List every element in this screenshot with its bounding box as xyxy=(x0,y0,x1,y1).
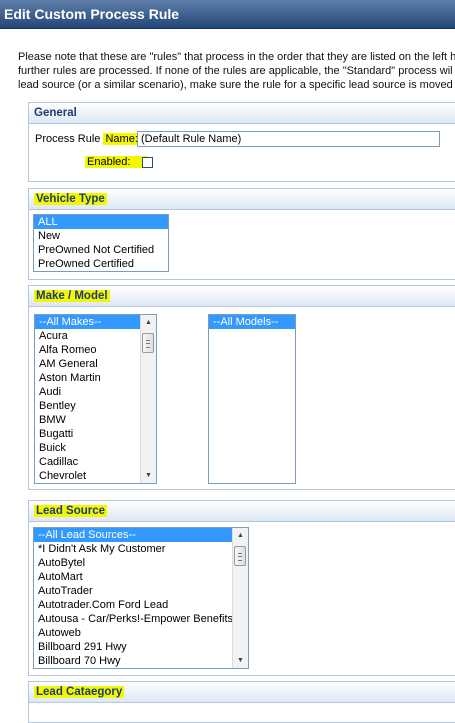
list-item[interactable]: Cadillac xyxy=(35,455,140,469)
list-item[interactable]: PreOwned Certified xyxy=(34,257,168,271)
lead-category-header: Lead Cataegory xyxy=(29,682,455,703)
list-item[interactable]: *I Didn't Ask My Customer xyxy=(34,542,232,556)
general-panel: General Process Rule Name: Enabled: xyxy=(28,102,455,182)
list-item[interactable]: Audi xyxy=(35,385,140,399)
list-item[interactable]: Buick xyxy=(35,441,140,455)
list-item[interactable]: AutoTrader xyxy=(34,584,232,598)
list-item[interactable]: Autousa - Car/Perks!-Empower Benefits xyxy=(34,612,233,626)
models-listbox[interactable]: --All Models-- xyxy=(208,314,296,484)
vehicle-type-panel: Vehicle Type ALL New PreOwned Not Certif… xyxy=(28,188,455,280)
list-item[interactable]: Chevrolet xyxy=(35,469,140,483)
scroll-up-arrow-icon[interactable]: ▲ xyxy=(141,315,156,330)
rule-name-label: Process Rule Name: xyxy=(35,132,140,146)
lead-source-header: Lead Source xyxy=(29,501,455,522)
lead-source-listbox[interactable]: --All Lead Sources-- *I Didn't Ask My Cu… xyxy=(33,527,249,669)
list-item[interactable]: Autoweb xyxy=(34,626,232,640)
list-item[interactable]: --All Makes-- xyxy=(35,315,140,329)
rule-name-label-prefix: Process Rule xyxy=(35,133,104,145)
list-item[interactable]: AM General xyxy=(35,357,140,371)
make-model-panel: Make / Model --All Makes-- Acura Alfa Ro… xyxy=(28,285,455,490)
rule-name-input[interactable] xyxy=(137,131,440,147)
vehicle-type-header: Vehicle Type xyxy=(29,189,455,210)
list-item[interactable]: Alfa Romeo xyxy=(35,343,140,357)
page-title: Edit Custom Process Rule xyxy=(0,0,455,29)
intro-text: Please note that these are "rules" that … xyxy=(18,50,455,92)
lead-source-panel: Lead Source --All Lead Sources-- *I Didn… xyxy=(28,500,455,676)
lead-category-panel: Lead Cataegory xyxy=(28,681,455,723)
intro-line: further rules are processed. If none of … xyxy=(18,65,453,77)
scroll-down-arrow-icon[interactable]: ▼ xyxy=(141,468,156,483)
list-item[interactable]: Autotrader.Com Ford Lead xyxy=(34,598,232,612)
list-item[interactable]: PreOwned Not Certified xyxy=(34,243,168,257)
enabled-checkbox[interactable] xyxy=(142,157,153,168)
list-item[interactable]: ALL xyxy=(34,215,168,229)
list-item[interactable]: Aston Martin xyxy=(35,371,140,385)
makes-scrollbar[interactable]: ▲ ▼ xyxy=(140,315,156,483)
list-item[interactable]: New xyxy=(34,229,168,243)
list-item[interactable]: BMW xyxy=(35,413,140,427)
rule-name-label-highlight: Name: xyxy=(103,133,140,145)
list-item[interactable]: Bugatti xyxy=(35,427,140,441)
list-item[interactable]: AutoMart xyxy=(34,570,232,584)
list-item[interactable]: Billboard 70 Hwy xyxy=(34,654,232,668)
list-item[interactable]: Acura xyxy=(35,329,140,343)
list-item[interactable]: --All Models-- xyxy=(209,315,295,329)
lead-source-scrollbar[interactable]: ▲ ▼ xyxy=(232,528,248,668)
scroll-down-arrow-icon[interactable]: ▼ xyxy=(233,653,248,668)
list-item[interactable]: Billboard 291 Hwy xyxy=(34,640,232,654)
list-item[interactable]: --All Lead Sources-- xyxy=(34,528,232,542)
general-header: General xyxy=(29,103,455,124)
make-model-header: Make / Model xyxy=(29,286,455,307)
scroll-thumb[interactable] xyxy=(142,333,154,353)
list-item[interactable]: AutoBytel xyxy=(34,556,232,570)
vehicle-type-listbox[interactable]: ALL New PreOwned Not Certified PreOwned … xyxy=(33,214,169,272)
makes-listbox[interactable]: --All Makes-- Acura Alfa Romeo AM Genera… xyxy=(34,314,157,484)
intro-line: Please note that these are "rules" that … xyxy=(18,51,455,63)
enabled-label: Enabled: xyxy=(85,156,148,168)
intro-line: lead source (or a similar scenario), mak… xyxy=(18,79,453,91)
list-item[interactable]: Bentley xyxy=(35,399,140,413)
scroll-up-arrow-icon[interactable]: ▲ xyxy=(233,528,248,543)
enabled-label-wrap: Enabled: xyxy=(85,155,148,169)
scroll-thumb[interactable] xyxy=(234,546,246,566)
